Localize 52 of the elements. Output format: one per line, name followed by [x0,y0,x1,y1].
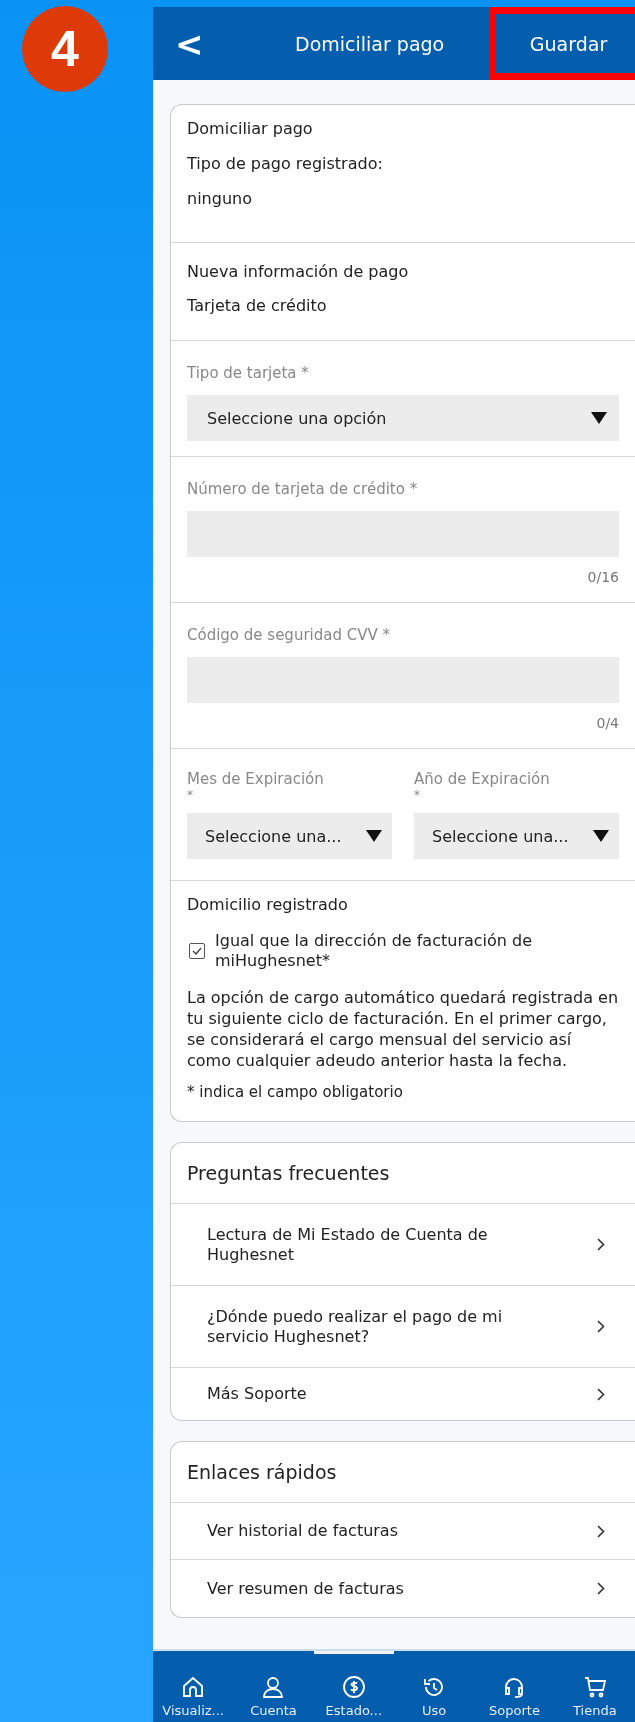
character-counter: 0/4 [596,715,619,731]
chevron-right-icon [597,1387,605,1401]
nav-tab[interactable]: Estado... [313,1651,394,1722]
section-heading: Domiciliar pago [187,119,314,139]
quick-link[interactable]: Ver resumen de facturas [171,1560,635,1617]
faq-item[interactable]: Lectura de Mi Estado de Cuenta de Hughesnet [171,1204,635,1286]
card-title: Preguntas frecuentes [171,1143,635,1204]
faq-item[interactable]: ¿Dónde puedo realizar el pago de mi servicio Hughesnet? [171,1286,635,1368]
section-heading: Nueva información de pago [187,262,410,282]
chevron-right-icon [597,1582,605,1595]
field-label: Mes de Expiración [187,769,325,789]
dropdown-arrow-icon [593,830,609,842]
field-label: Tipo de tarjeta * [187,363,310,383]
back-button[interactable]: < [153,23,213,64]
quick-link[interactable]: Ver historial de facturas [171,1503,635,1560]
check-icon [192,947,202,955]
field-label: Tipo de pago registrado: [187,154,384,174]
field-label: Año de Expiración [414,769,551,789]
dropdown-arrow-icon [591,412,607,424]
nav-tab[interactable]: Visualiz... [153,1651,234,1722]
nav-tab[interactable]: Uso [394,1651,475,1722]
screen-title: Domiciliar pago [295,32,445,55]
required-mark: * [414,789,421,801]
cart-icon [582,1675,607,1699]
card-type-dropdown[interactable]: Seleccione una opción [187,395,619,441]
user-icon [261,1675,286,1699]
home-icon [181,1675,206,1699]
faq-item[interactable]: Más Soporte [171,1368,635,1420]
chevron-right-icon [597,1320,605,1333]
chevron-right-icon [597,1238,605,1251]
field-label: Código de seguridad CVV * [187,625,391,645]
dollar-icon [341,1675,366,1699]
expiry-dropdown[interactable]: Seleccione una... [414,813,619,859]
checkbox-label: Igual que la dirección de facturación de miHughesnet* [215,931,533,971]
field-value: ninguno [187,189,253,209]
nav-tab[interactable]: Soporte [474,1651,555,1722]
step-badge: 4 [22,6,108,92]
card-title: Enlaces rápidos [171,1442,635,1503]
nav-tab[interactable]: Tienda [554,1651,635,1722]
required-mark: * [187,789,194,801]
payment-method: Tarjeta de crédito [187,296,328,316]
info-text: La opción de cargo automático quedará registrada en tu siguiente ciclo de facturación. En el primer cargo, se considerará el cargo mensual del servicio así como cualquier adeudo anterior hasta la fecha. [187,987,619,1071]
footnote: * indica el campo obligatorio [187,1083,404,1101]
nav-tab[interactable]: Cuenta [233,1651,314,1722]
field-label: Número de tarjeta de crédito * [187,479,419,499]
section-heading: Domicilio registrado [187,895,349,915]
chevron-right-icon [597,1524,605,1538]
expiry-dropdown[interactable]: Seleccione una... [187,813,392,859]
save-button[interactable]: Guardar [489,7,635,80]
checkbox[interactable] [189,943,205,959]
character-counter: 0/16 [587,569,619,585]
dropdown-arrow-icon [366,830,382,842]
